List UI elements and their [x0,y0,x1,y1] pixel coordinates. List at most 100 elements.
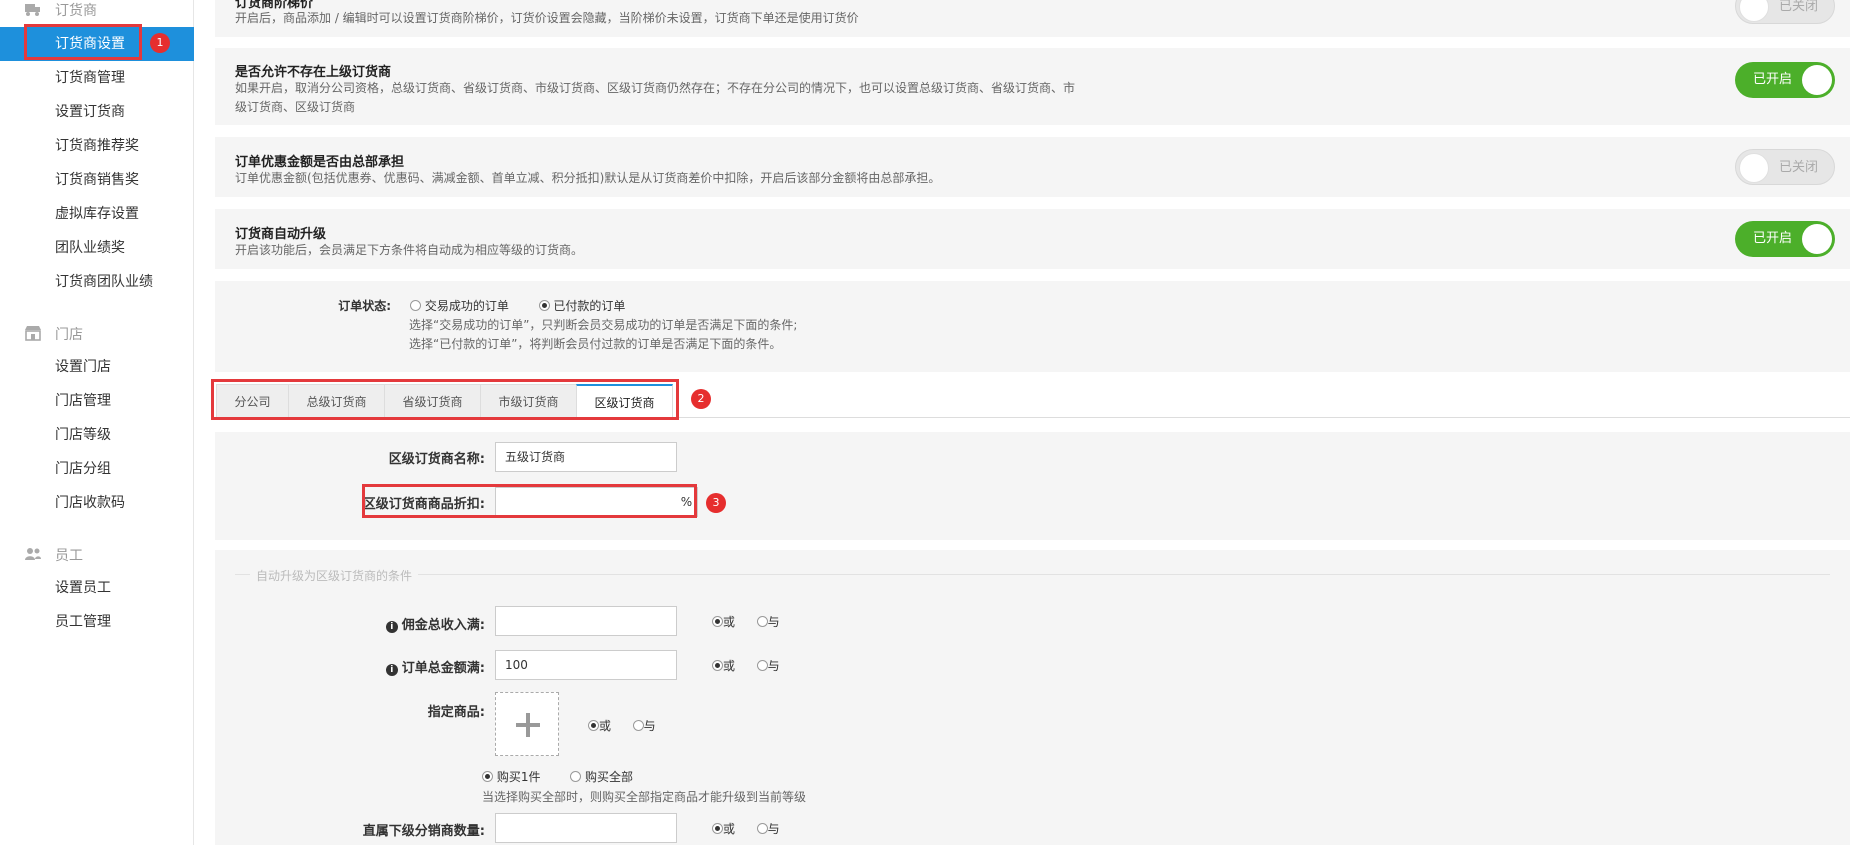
setting-discount-bearer: 订单优惠金额是否由总部承担 订单优惠金额(包括优惠券、优惠码、满减金额、首单立减… [215,137,1850,197]
tab-district-distributor[interactable]: 区级订货商 [576,384,673,418]
setting-tiered-price: 订货商阶梯价 开启后，商品添加 / 编辑时可以设置订货商阶梯价，订货价设置会隐藏… [215,0,1850,37]
toggle-knob [1802,65,1832,95]
order-status-help-1: 选择“交易成功的订单”，只判断会员交易成功的订单是否满足下面的条件; [409,318,798,332]
toggle-label: 已关闭 [1778,160,1818,175]
store-icon [25,326,41,341]
sidebar-group-distributor: 订货商 [0,0,194,22]
radio-and[interactable] [756,616,768,627]
radio-and[interactable] [756,823,768,834]
radio-or[interactable] [588,720,599,731]
sidebar-item-referral-reward[interactable]: 订货商推荐奖 [0,129,194,163]
sidebar-item-set-distributor[interactable]: 设置订货商 [0,95,194,129]
sidebar-item-staff-manage[interactable]: 员工管理 [0,605,194,639]
tab-branch[interactable]: 分公司 [216,384,289,418]
setting-desc: 开启该功能后，会员满足下方条件将自动成为相应等级的订货商。 [235,243,584,257]
order-total-label-text: 订单总金额满: [401,661,485,676]
commission-input[interactable] [495,606,677,636]
sidebar-item-team-performance-reward[interactable]: 团队业绩奖 [0,231,194,265]
level-form-panel: 区级订货商名称: 五级订货商 区级订货商商品折扣: % [215,432,1850,540]
sidebar-group-label: 订货商 [55,3,97,19]
radio-paid[interactable] [538,300,550,311]
level-discount-label: 区级订货商商品折扣: [362,497,485,512]
tab-city-distributor[interactable]: 市级订货商 [480,384,577,418]
toggle-knob [1739,0,1769,22]
sidebar-item-store-level[interactable]: 门店等级 [0,418,194,452]
sidebar-item-set-staff[interactable]: 设置员工 [0,571,194,605]
order-total-label: i 订单总金额满: [315,657,485,676]
commission-label-text: 佣金总收入满: [401,618,485,633]
level-name-input[interactable]: 五级订货商 [495,442,677,472]
radio-label: 或 [723,659,736,673]
tab-province-distributor[interactable]: 省级订货商 [384,384,481,418]
sidebar-group-label: 员工 [55,548,83,564]
sidebar-item-sales-reward[interactable]: 订货商销售奖 [0,163,194,197]
buy-mode-options: 购买1件 购买全部 [482,768,633,785]
sidebar-item-store-group[interactable]: 门店分组 [0,452,194,486]
radio-label: 或 [723,822,736,836]
radio-label: 或 [723,615,736,629]
sidebar-group-label: 门店 [55,327,83,343]
radio-or[interactable] [712,616,723,627]
goods-label: 指定商品: [427,705,485,720]
setting-desc: 订单优惠金额(包括优惠券、优惠码、满减金额、首单立减、积分抵扣)默认是从订货商差… [235,171,941,185]
tab-general-distributor[interactable]: 总级订货商 [288,384,385,418]
info-icon: i [385,621,398,633]
setting-title: 订单优惠金额是否由总部承担 [235,155,405,170]
sidebar-group-store: 门店 [0,320,194,346]
legend-line [235,574,1830,575]
radio-or[interactable] [712,660,723,671]
sidebar-group-staff: 员工 [0,541,194,567]
sidebar-item-virtual-stock[interactable]: 虚拟库存设置 [0,197,194,231]
level-discount-input[interactable] [495,487,677,517]
order-total-input[interactable]: 100 [495,650,677,680]
order-status-help-2: 选择“已付款的订单”，将判断会员付过款的订单是否满足下面的条件。 [409,337,782,351]
discount-bearer-toggle[interactable]: 已关闭 [1735,149,1835,185]
main-content: 订货商阶梯价 开启后，商品添加 / 编辑时可以设置订货商阶梯价，订货价设置会隐藏… [195,0,1850,845]
toggle-knob [1739,153,1769,183]
radio-buy-all[interactable] [570,771,582,782]
radio-label: 已付款的订单 [553,299,626,313]
goods-logic: 或 与 [588,717,656,734]
radio-label: 或 [599,719,612,733]
radio-label: 交易成功的订单 [424,299,509,313]
radio-label: 与 [643,719,656,733]
radio-label: 购买全部 [584,770,633,784]
sidebar-item-set-store[interactable]: 设置门店 [0,350,194,384]
setting-desc: 开启后，商品添加 / 编辑时可以设置订货商阶梯价，订货价设置会隐藏，当阶梯价未设… [235,11,859,25]
toggle-label: 已开启 [1753,72,1793,87]
discount-unit: % [676,487,698,517]
radio-or[interactable] [712,823,723,834]
radio-buy-one[interactable] [482,771,493,782]
radio-label: 与 [767,659,780,673]
commission-logic: 或 与 [712,613,780,630]
setting-title: 订货商自动升级 [235,227,327,242]
sidebar-item-store-manage[interactable]: 门店管理 [0,384,194,418]
order-status-label: 订单状态: [338,299,391,313]
no-parent-toggle[interactable]: 已开启 [1735,62,1835,98]
order-status-panel: 订单状态: 交易成功的订单 已付款的订单 选择“交易成功的订单”，只判断会员交易… [215,281,1850,372]
sidebar-item-store-payment-code[interactable]: 门店收款码 [0,486,194,520]
direct-subordinates-logic: 或 与 [712,820,780,837]
toggle-knob [1802,224,1832,254]
sidebar-item-team-performance[interactable]: 订货商团队业绩 [0,265,194,299]
sidebar-item-distributor-manage[interactable]: 订货商管理 [0,61,194,95]
order-status-options: 交易成功的订单 已付款的订单 [410,297,625,314]
radio-and[interactable] [632,720,644,731]
radio-and[interactable] [756,660,768,671]
setting-auto-upgrade: 订货商自动升级 开启该功能后，会员满足下方条件将自动成为相应等级的订货商。 已开… [215,209,1850,269]
step-badge-1: 1 [150,33,170,53]
add-goods-button[interactable] [495,692,559,756]
setting-title: 是否允许不存在上级订货商 [235,65,392,80]
radio-trade-success[interactable] [410,300,421,311]
toggle-label: 已关闭 [1778,0,1818,14]
setting-no-parent: 是否允许不存在上级订货商 如果开启，取消分公司资格，总级订货商、省级订货商、市级… [215,48,1850,125]
radio-label: 与 [767,615,780,629]
direct-subordinates-input[interactable] [495,813,677,843]
step-badge-3: 3 [706,493,726,513]
step-badge-2: 2 [691,389,711,409]
order-total-logic: 或 与 [712,657,780,674]
goods-help: 当选择购买全部时，则购买全部指定商品才能升级到当前等级 [482,790,807,804]
auto-upgrade-toggle[interactable]: 已开启 [1735,221,1835,257]
tiered-price-toggle[interactable]: 已关闭 [1735,0,1835,24]
commission-label: i 佣金总收入满: [315,614,485,633]
